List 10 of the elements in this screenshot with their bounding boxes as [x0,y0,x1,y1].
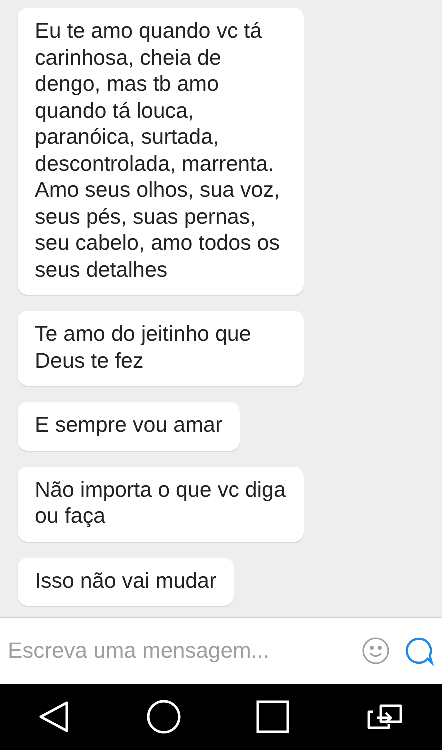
send-icon[interactable] [404,636,434,666]
message-bubble: E sempre vou amar [18,402,240,450]
home-button[interactable] [146,699,182,735]
message-bubble: Não importa o que vc diga ou faça [18,466,304,542]
back-button[interactable] [37,700,72,734]
message-bubble: Eu te amo quando vc tá carinhosa, cheia de dengo, mas tb amo quando tá louca, paranóica, surtada, descontrolada, marrenta. Amo seus olhos, sua voz, seus pés, suas pernas, seu cabelo, amo todos os seus detalhes [18,8,304,295]
emoji-icon[interactable] [362,637,390,665]
message-bubble: Isso não vai mudar [18,558,234,606]
recents-button[interactable] [256,700,290,734]
message-bubble: Te amo do jeitinho que Deus te fez [18,311,304,386]
